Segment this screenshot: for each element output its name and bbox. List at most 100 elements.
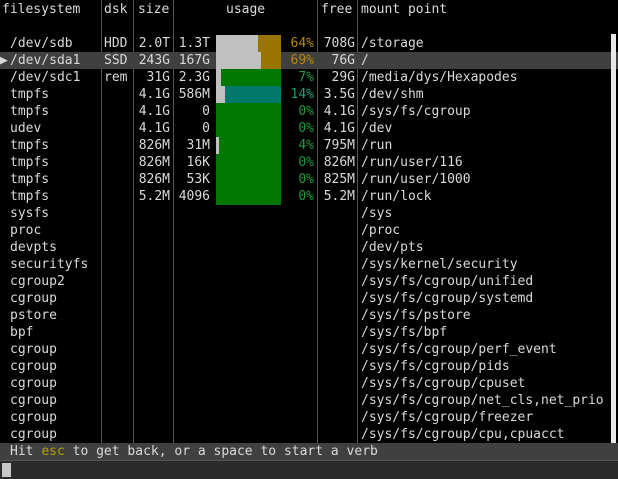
- usage-bar: [216, 103, 281, 120]
- free-value: 76G: [331, 53, 355, 68]
- filesystem-name: devpts: [10, 240, 57, 255]
- table-row[interactable]: cgroup/sys/fs/cgroup/freezer: [0, 409, 618, 426]
- usage-bar: [216, 69, 281, 86]
- filesystem-name: cgroup: [10, 291, 57, 306]
- scrollbar[interactable]: [611, 34, 616, 443]
- usage-bar-fill: [216, 69, 221, 86]
- free-value: 4.1G: [323, 121, 355, 136]
- table-row[interactable]: cgroup/sys/fs/cgroup/pids: [0, 358, 618, 375]
- table-row[interactable]: /dev/sdc1 rem 31G 2.3G 7% 29G/media/dys/Hexap…: [0, 69, 618, 86]
- filesystem-name: securityfs: [10, 257, 89, 272]
- used-value: 53K: [186, 172, 210, 187]
- mount-point: /sys/fs/cgroup/cpu,cpuacct: [361, 427, 565, 442]
- mount-point: /sys/fs/cgroup/freezer: [361, 410, 534, 425]
- usage-bar: [216, 171, 281, 188]
- size-value: 826M: [138, 138, 170, 153]
- usage-bar-fill: [216, 52, 261, 69]
- mount-point: /: [361, 53, 369, 68]
- usage-percent: 7%: [298, 70, 314, 85]
- table-row[interactable]: tmpfs 4.1G 586M 14% 3.5G/dev/shm: [0, 86, 618, 103]
- table-row[interactable]: tmpfs 826M 53K 0% 825M/run/user/1000: [0, 171, 618, 188]
- header-size[interactable]: size: [138, 1, 169, 18]
- header-free[interactable]: free: [321, 1, 352, 18]
- status-bar: Hit esc to get back, or a space to start…: [0, 443, 618, 460]
- table-row[interactable]: ▶/dev/sda1 SSD 243G 167G 69% 76G /: [0, 52, 618, 69]
- free-value: 708G: [323, 36, 355, 51]
- mount-point: /dev/shm: [361, 87, 424, 102]
- free-value: 826M: [323, 155, 355, 170]
- size-value: 5.2M: [138, 189, 170, 204]
- used-value: 4096: [178, 189, 210, 204]
- table-row[interactable]: cgroup/sys/fs/cgroup/perf_event: [0, 341, 618, 358]
- disk-type: rem: [104, 70, 128, 85]
- mount-point: /sys/kernel/security: [361, 257, 518, 272]
- table-row[interactable]: cgroup/sys/fs/cgroup/net_cls,net_prio: [0, 392, 618, 409]
- filesystem-name: cgroup2: [10, 274, 65, 289]
- mount-point: /proc: [361, 223, 401, 238]
- table-row[interactable]: cgroup/sys/fs/cgroup/cpu,cpuacct: [0, 426, 618, 443]
- filesystem-name: cgroup: [10, 427, 57, 442]
- free-value: 825M: [323, 172, 355, 187]
- header-dsk[interactable]: dsk: [104, 1, 127, 18]
- filesystem-name: cgroup: [10, 376, 57, 391]
- mount-point: /dev/pts: [361, 240, 424, 255]
- mount-point: /run/lock: [361, 189, 432, 204]
- table-row[interactable]: tmpfs 826M 16K 0% 826M/run/user/116: [0, 154, 618, 171]
- size-value: 2.0T: [138, 36, 170, 51]
- mount-point: /sys/fs/cgroup/perf_event: [361, 342, 557, 357]
- usage-percent: 64%: [290, 36, 314, 51]
- table-row[interactable]: cgroup/sys/fs/cgroup/cpuset: [0, 375, 618, 392]
- status-suffix: to get back, or a space to start a verb: [64, 444, 378, 459]
- table-row[interactable]: /dev/sdb HDD 2.0T 1.3T 64% 708G/storage: [0, 35, 618, 52]
- size-value: 826M: [138, 155, 170, 170]
- filesystem-name: tmpfs: [10, 87, 50, 102]
- usage-bar-fill: [216, 86, 225, 103]
- table-row[interactable]: cgroup/sys/fs/cgroup/systemd: [0, 290, 618, 307]
- table-row[interactable]: pstore/sys/fs/pstore: [0, 307, 618, 324]
- free-value: 795M: [323, 138, 355, 153]
- size-value: 826M: [138, 172, 170, 187]
- table-row[interactable]: udev 4.1G 0 0% 4.1G/dev: [0, 120, 618, 137]
- header-usage[interactable]: usage: [226, 1, 265, 18]
- status-text: Hit esc to get back, or a space to start…: [10, 443, 378, 460]
- command-input[interactable]: [0, 460, 618, 479]
- size-value: 31G: [146, 70, 170, 85]
- table-row[interactable]: tmpfs 826M 31M 4% 795M/run: [0, 137, 618, 154]
- size-value: 4.1G: [138, 104, 170, 119]
- table-row[interactable]: proc/proc: [0, 222, 618, 239]
- mount-point: /dev: [361, 121, 393, 136]
- mount-point: /sys/fs/cgroup/cpuset: [361, 376, 526, 391]
- usage-bar: [216, 52, 281, 69]
- table-row[interactable]: bpf/sys/fs/bpf: [0, 324, 618, 341]
- usage-bar: [216, 35, 281, 52]
- table-row[interactable]: tmpfs 5.2M 4096 0% 5.2M/run/lock: [0, 188, 618, 205]
- usage-bar: [216, 154, 281, 171]
- filesystem-name: /dev/sda1: [10, 53, 81, 68]
- used-value: 0: [202, 121, 210, 136]
- table-row[interactable]: securityfs/sys/kernel/security: [0, 256, 618, 273]
- filesystem-name: tmpfs: [10, 104, 50, 119]
- status-prefix: Hit: [10, 444, 42, 459]
- table-row[interactable]: cgroup2/sys/fs/cgroup/unified: [0, 273, 618, 290]
- usage-bar-fill: [216, 35, 258, 52]
- used-value: 16K: [186, 155, 210, 170]
- usage-percent: 14%: [290, 87, 314, 102]
- header-filesystem[interactable]: filesystem: [2, 1, 80, 18]
- used-value: 0: [202, 104, 210, 119]
- mount-point: /run: [361, 138, 393, 153]
- table-row[interactable]: tmpfs 4.1G 0 0% 4.1G/sys/fs/cgroup: [0, 103, 618, 120]
- used-value: 167G: [178, 53, 210, 68]
- table-row[interactable]: sysfs/sys: [0, 205, 618, 222]
- usage-percent: 0%: [298, 121, 314, 136]
- filesystem-name: tmpfs: [10, 172, 50, 187]
- header-mount-point[interactable]: mount point: [361, 1, 447, 18]
- mount-point: /run/user/116: [361, 155, 463, 170]
- free-value: 3.5G: [323, 87, 355, 102]
- mount-point: /sys/fs/pstore: [361, 308, 471, 323]
- filesystem-name: tmpfs: [10, 155, 50, 170]
- disk-type: SSD: [104, 53, 128, 68]
- mount-point: /sys/fs/cgroup: [361, 104, 471, 119]
- text-cursor: [2, 463, 11, 477]
- table-row[interactable]: devpts/dev/pts: [0, 239, 618, 256]
- esc-key-hint: esc: [41, 444, 65, 459]
